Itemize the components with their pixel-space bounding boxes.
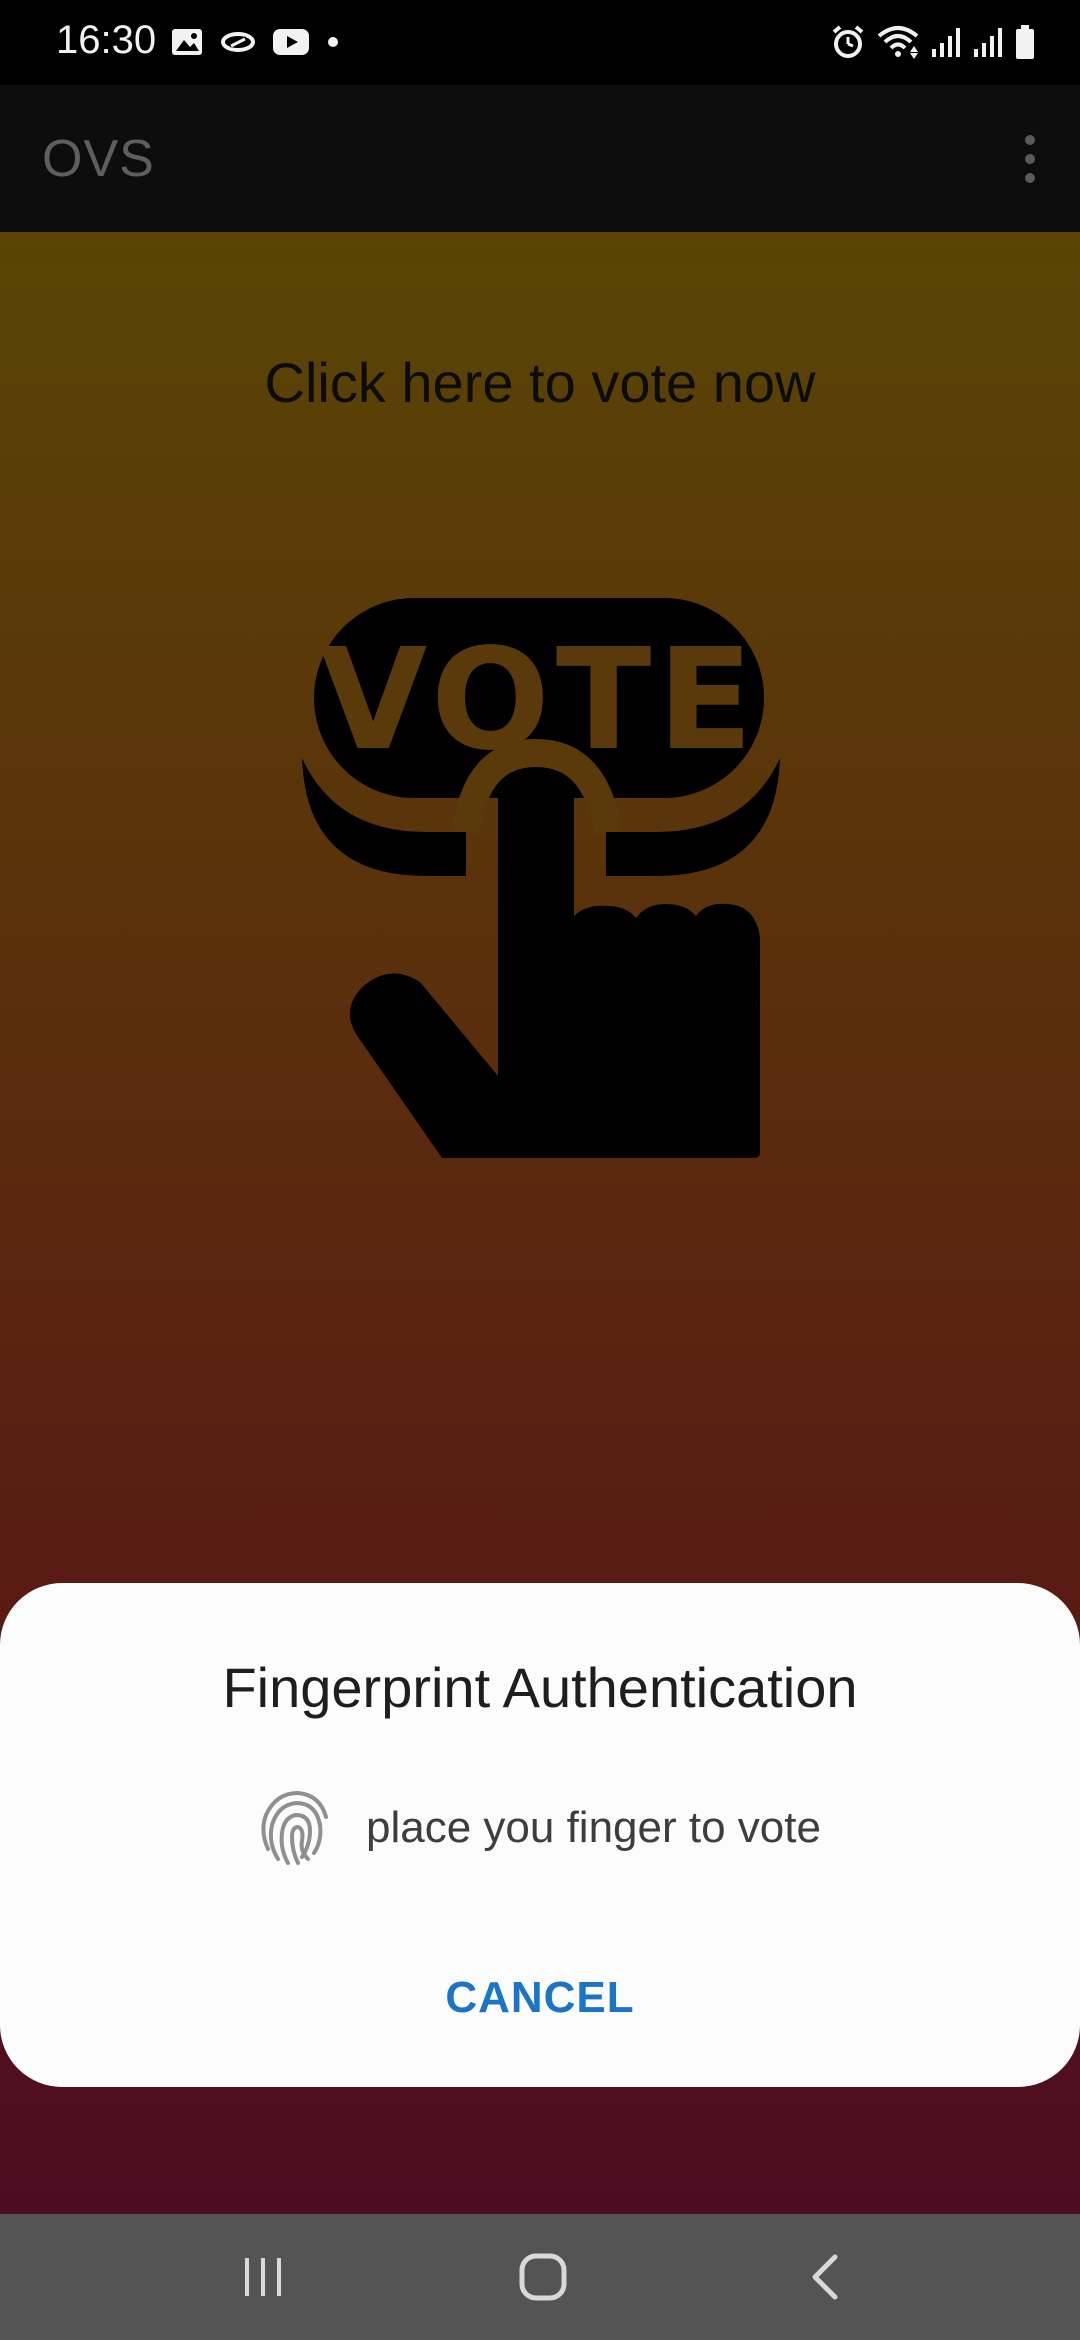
navigation-bar [0, 2214, 1080, 2340]
overflow-menu-icon[interactable] [1018, 135, 1042, 183]
home-button[interactable] [483, 2234, 603, 2320]
screen: 16:30 OVS Click here to vote now VOTE Fi… [0, 0, 1080, 2340]
status-notification-icons [170, 22, 340, 62]
dialog-message: place you finger to vote [366, 1803, 821, 1852]
app-title: OVS [42, 130, 155, 188]
recents-button[interactable] [203, 2234, 323, 2320]
wifi-icon [877, 26, 919, 59]
recents-icon [245, 2258, 281, 2296]
menu-dot [1025, 173, 1035, 183]
vote-button-icon[interactable]: VOTE [296, 598, 786, 1158]
signal-icon [974, 28, 1002, 57]
youtube-icon [273, 29, 309, 55]
menu-dot [1025, 154, 1035, 164]
dialog-title: Fingerprint Authentication [222, 1656, 858, 1719]
home-icon [519, 2253, 567, 2301]
back-icon [812, 2254, 838, 2300]
vote-prompt-text[interactable]: Click here to vote now [0, 350, 1080, 415]
back-button[interactable] [764, 2234, 884, 2320]
link-icon [221, 32, 255, 52]
status-time: 16:30 [56, 18, 157, 62]
alarm-icon [832, 25, 864, 58]
fingerprint-dialog: Fingerprint Authentication place you fin… [0, 1583, 1080, 2087]
battery-icon [1016, 25, 1034, 59]
dialog-message-row: place you finger to vote [258, 1783, 821, 1873]
cancel-button[interactable]: CANCEL [390, 1953, 690, 2043]
app-bar: OVS [0, 85, 1080, 232]
fingerprint-icon [261, 1790, 328, 1865]
menu-dot [1025, 135, 1035, 145]
signal-icon [932, 28, 960, 57]
status-bar: 16:30 [0, 0, 1080, 85]
dot-icon [328, 37, 338, 47]
gallery-icon [172, 29, 202, 55]
status-system-icons [830, 20, 1036, 64]
